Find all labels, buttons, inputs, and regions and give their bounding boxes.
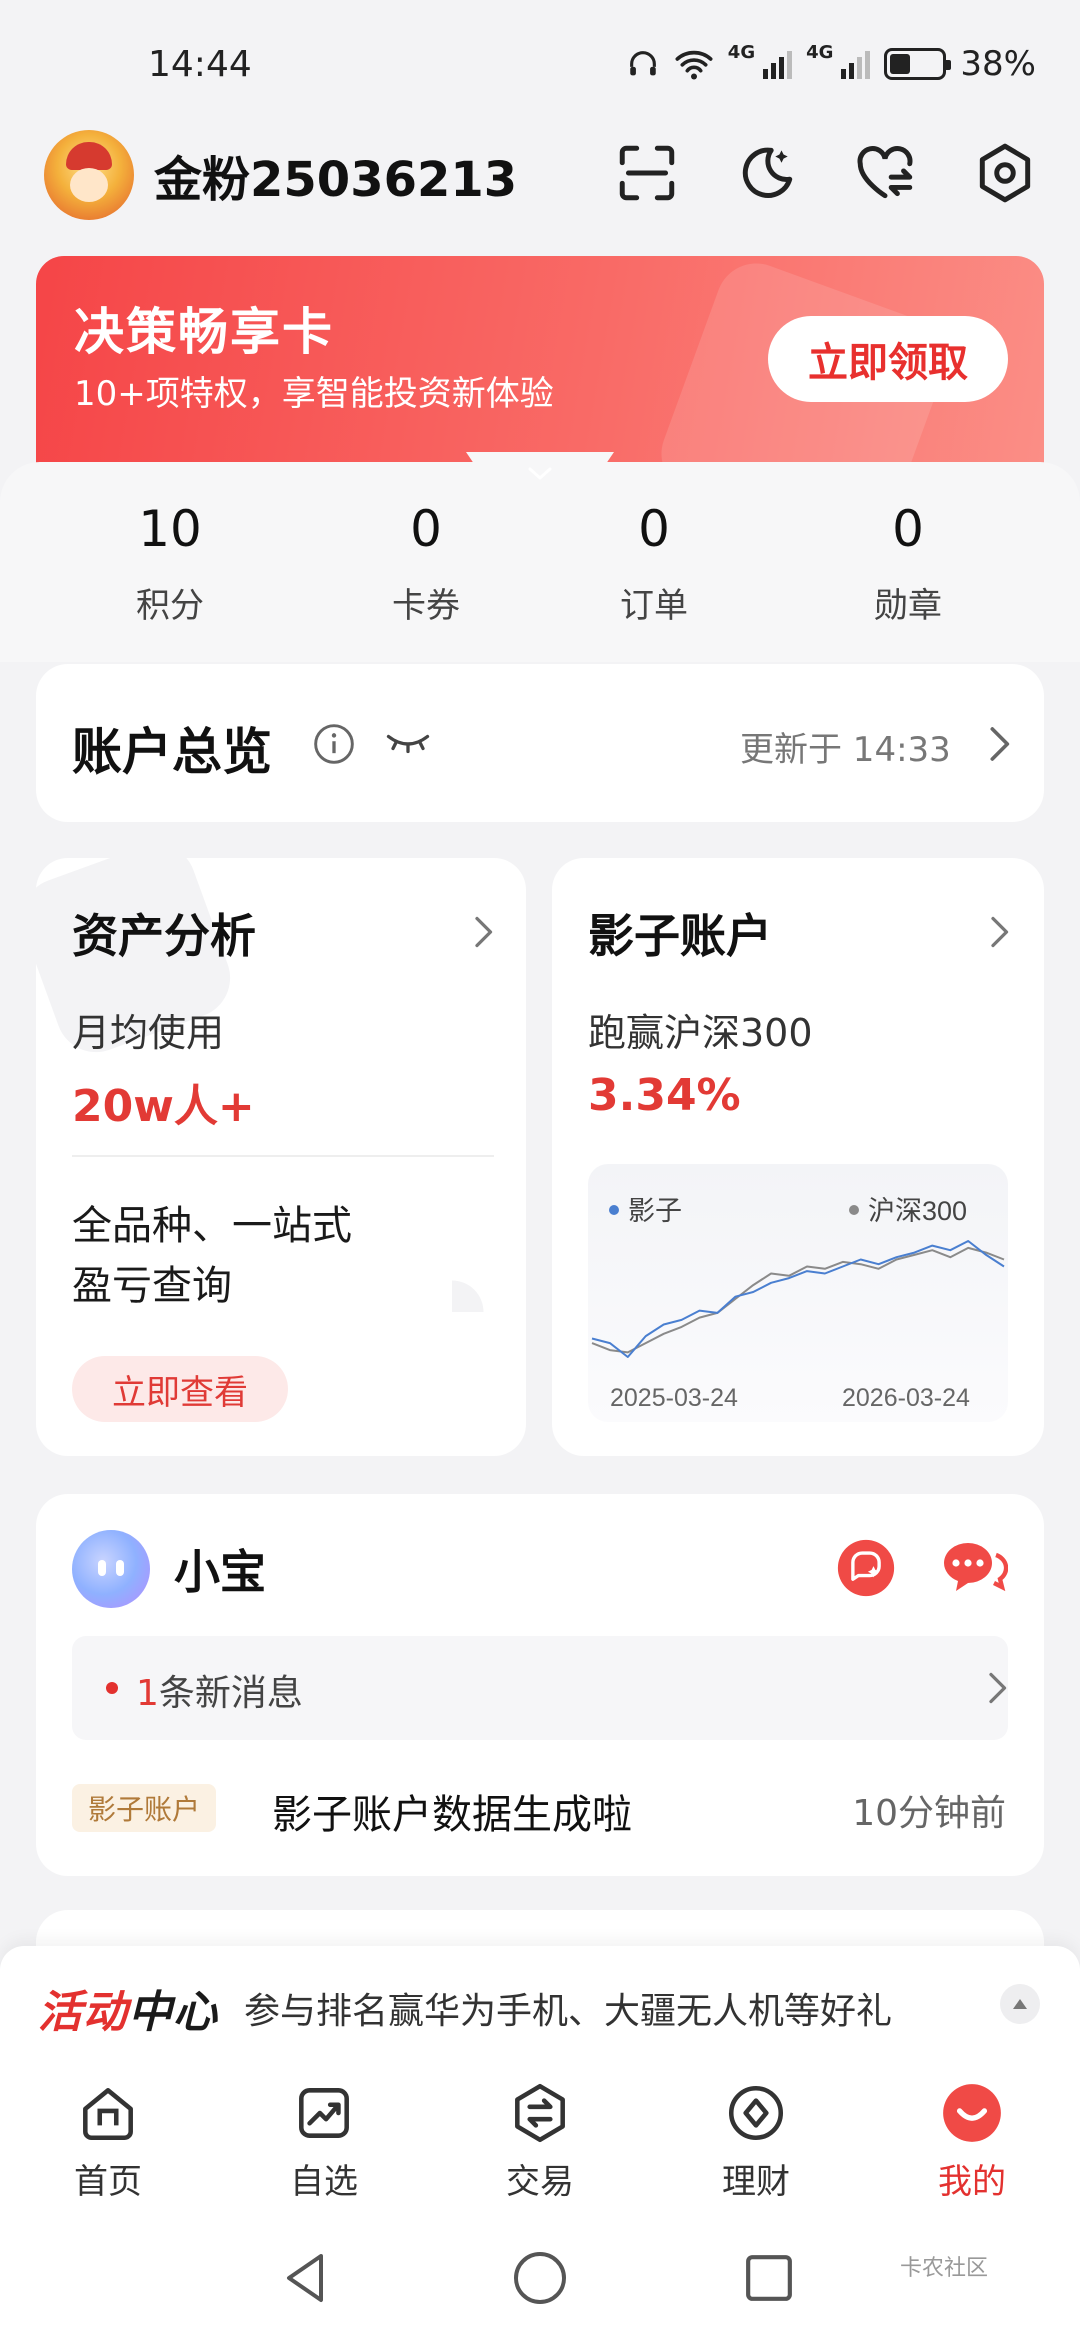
feed-time: 10分钟前 bbox=[852, 1793, 1006, 1834]
home-icon bbox=[83, 2088, 133, 2141]
battery-percent: 38% bbox=[960, 44, 1036, 84]
nav-profile-label: 我的 bbox=[938, 2162, 1006, 2202]
series-line-hs300 bbox=[591, 1246, 1005, 1354]
stat-points-label: 积分 bbox=[136, 586, 204, 626]
nav-trade[interactable]: 交易 bbox=[470, 2080, 610, 2210]
view-now-button[interactable]: 立即查看 bbox=[72, 1356, 288, 1422]
network-type-2: 4G bbox=[806, 41, 834, 63]
back-icon[interactable] bbox=[280, 2250, 330, 2306]
shadow-card-title: 影子账户 bbox=[588, 909, 772, 963]
trade-icon bbox=[515, 2083, 565, 2143]
divider bbox=[72, 1155, 494, 1157]
watermark-text: 卡农社区 bbox=[900, 2256, 989, 2281]
pie-chart-icon bbox=[417, 1277, 487, 1347]
signal-icon bbox=[763, 49, 793, 79]
stat-medals-value[interactable]: 0 bbox=[808, 500, 1008, 558]
message-suffix: 条新消息 bbox=[158, 1673, 303, 1714]
shadow-chart-svg: 影子 沪深300 2025-03-24 2026-03-24 bbox=[591, 1196, 1005, 1412]
ai-chat-icon[interactable] bbox=[836, 1538, 896, 1598]
watchlist-icon bbox=[299, 2088, 349, 2138]
wealth-icon bbox=[728, 2085, 784, 2141]
wifi-icon bbox=[675, 50, 713, 80]
x-label-end: 2026-03-24 bbox=[842, 1384, 970, 1412]
scan-icon[interactable] bbox=[614, 140, 680, 206]
update-time: 更新于 14:33 bbox=[740, 730, 951, 770]
profile-icon bbox=[943, 2084, 1001, 2142]
stat-medals-label: 勋章 bbox=[874, 586, 942, 626]
battery-icon bbox=[884, 48, 952, 80]
settings-icon[interactable] bbox=[972, 140, 1038, 206]
nav-wealth-label: 理财 bbox=[722, 2162, 790, 2202]
legend-label-shadow: 影子 bbox=[628, 1196, 682, 1226]
message-count: 1 bbox=[136, 1673, 159, 1714]
headphones-icon bbox=[629, 51, 656, 76]
legend-label-hs300: 沪深300 bbox=[868, 1196, 967, 1226]
nav-watchlist-label: 自选 bbox=[290, 2162, 358, 2202]
nav-home-label: 首页 bbox=[74, 2162, 142, 2202]
nav-trade-label: 交易 bbox=[506, 2162, 574, 2202]
xiaobao-title: 小宝 bbox=[174, 1545, 266, 1599]
hide-eye-icon[interactable] bbox=[384, 728, 432, 760]
legend-dot-hs300 bbox=[849, 1205, 859, 1215]
nav-home[interactable]: 首页 bbox=[38, 2080, 178, 2210]
shadow-card-subtitle: 跑赢沪深300 bbox=[588, 1011, 813, 1055]
nav-profile[interactable]: 我的 bbox=[902, 2080, 1042, 2210]
feed-text[interactable]: 影子账户数据生成啦 bbox=[272, 1782, 632, 1840]
new-message-text: 1条新消息 bbox=[136, 1664, 303, 1716]
asset-card-metric: 20w人+ bbox=[72, 1081, 255, 1132]
network-type-1: 4G bbox=[727, 41, 756, 63]
heart-switch-icon[interactable] bbox=[852, 140, 918, 206]
chevron-right-icon[interactable] bbox=[470, 914, 496, 950]
shadow-card-metric: 3.34% bbox=[588, 1070, 741, 1121]
asset-card-title: 资产分析 bbox=[72, 909, 256, 963]
chevron-down-icon[interactable] bbox=[524, 462, 556, 486]
message-icon[interactable] bbox=[936, 1534, 1008, 1600]
asset-card-subtitle: 月均使用 bbox=[72, 1011, 225, 1055]
shadow-chart[interactable]: 影子 沪深300 2025-03-24 2026-03-24 bbox=[588, 1164, 1008, 1422]
activity-logo-b: 中心 bbox=[128, 1987, 218, 2038]
stat-coupons-value[interactable]: 0 bbox=[326, 500, 526, 558]
overview-title: 账户总览 bbox=[72, 723, 272, 781]
stat-orders-value[interactable]: 0 bbox=[554, 500, 754, 558]
nav-watchlist[interactable]: 自选 bbox=[254, 2080, 394, 2210]
stat-points-value[interactable]: 10 bbox=[70, 500, 270, 558]
stat-coupons-label: 卡券 bbox=[392, 586, 460, 626]
claim-button[interactable]: 立即领取 bbox=[768, 316, 1008, 402]
status-time: 14:44 bbox=[148, 44, 252, 85]
banner-title: 决策畅享卡 bbox=[74, 303, 334, 361]
watermark: 卡农社区 bbox=[900, 2250, 988, 2282]
unread-dot bbox=[106, 1682, 118, 1694]
banner-subtitle: 10+项特权，享智能投资新体验 bbox=[74, 374, 554, 414]
activity-text[interactable]: 参与排名赢华为手机、大疆无人机等好礼 bbox=[244, 1982, 892, 2034]
username[interactable]: 金粉25036213 bbox=[154, 140, 517, 210]
info-icon[interactable] bbox=[312, 722, 356, 766]
avatar[interactable] bbox=[44, 130, 134, 220]
x-label-start: 2025-03-24 bbox=[610, 1384, 738, 1412]
activity-center-logo[interactable]: 活动中心 bbox=[38, 1976, 218, 2040]
nav-wealth[interactable]: 理财 bbox=[686, 2080, 826, 2210]
expand-up-icon[interactable] bbox=[1000, 1984, 1040, 2024]
legend-dot-shadow bbox=[609, 1205, 619, 1215]
chevron-right-icon[interactable] bbox=[984, 724, 1014, 764]
signal-icon-2 bbox=[841, 49, 871, 79]
stat-orders-label: 订单 bbox=[620, 586, 688, 626]
chevron-right-icon[interactable] bbox=[986, 914, 1012, 950]
home-circle-icon[interactable] bbox=[512, 2250, 568, 2306]
xiaobao-logo bbox=[72, 1530, 150, 1608]
dark-mode-icon[interactable] bbox=[732, 140, 798, 206]
feed-tag: 影子账户 bbox=[72, 1784, 217, 1832]
recents-icon[interactable] bbox=[744, 2252, 794, 2304]
chevron-right-icon[interactable] bbox=[984, 1670, 1010, 1706]
status-icons: 4G 4G 38% bbox=[626, 41, 1036, 84]
asset-desc-line-1: 全品种、一站式 bbox=[72, 1203, 352, 1249]
activity-logo-a: 活动 bbox=[38, 1987, 128, 2038]
